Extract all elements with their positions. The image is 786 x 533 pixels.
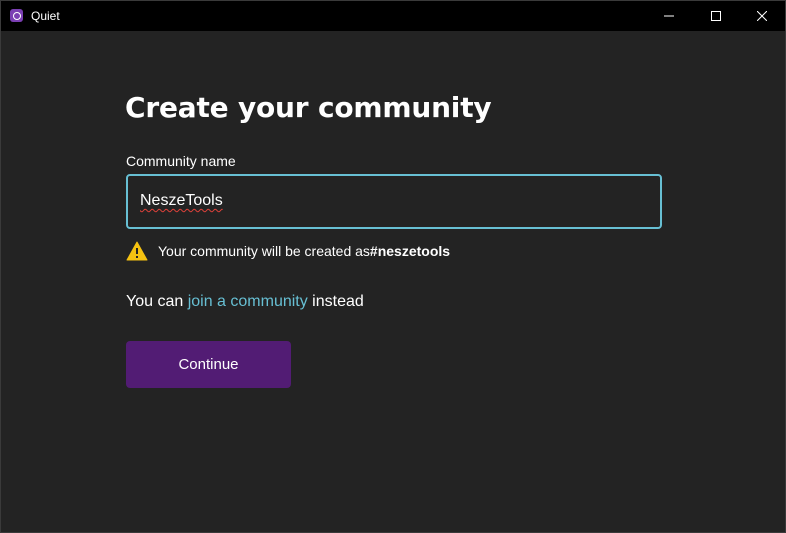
warning-triangle-icon — [126, 241, 148, 261]
continue-button[interactable]: Continue — [126, 341, 291, 388]
join-community-prompt: You can join a community instead — [126, 293, 364, 311]
app-window: Quiet Create your community Community na… — [0, 0, 786, 533]
maximize-icon — [711, 11, 721, 21]
page-title: Create your community — [125, 91, 492, 124]
community-name-label: Community name — [126, 153, 236, 169]
community-channel-name: #neszetools — [369, 243, 451, 259]
community-name-input[interactable] — [126, 174, 662, 229]
join-community-link[interactable]: join a community — [188, 293, 308, 310]
alt-suffix: instead — [307, 293, 364, 310]
alt-prefix: You can — [126, 293, 188, 310]
minimize-button[interactable] — [646, 1, 692, 31]
warning-message: Your community will be created as #nesze… — [126, 239, 450, 263]
window-title: Quiet — [31, 9, 60, 23]
warning-text: Your community will be created as — [158, 243, 370, 259]
close-button[interactable] — [739, 1, 785, 31]
close-icon — [757, 11, 767, 21]
minimize-icon — [664, 15, 674, 17]
main-content: Create your community Community name Nes… — [1, 31, 785, 532]
title-bar[interactable]: Quiet — [1, 1, 785, 31]
maximize-button[interactable] — [693, 1, 739, 31]
quiet-app-icon — [10, 9, 23, 22]
